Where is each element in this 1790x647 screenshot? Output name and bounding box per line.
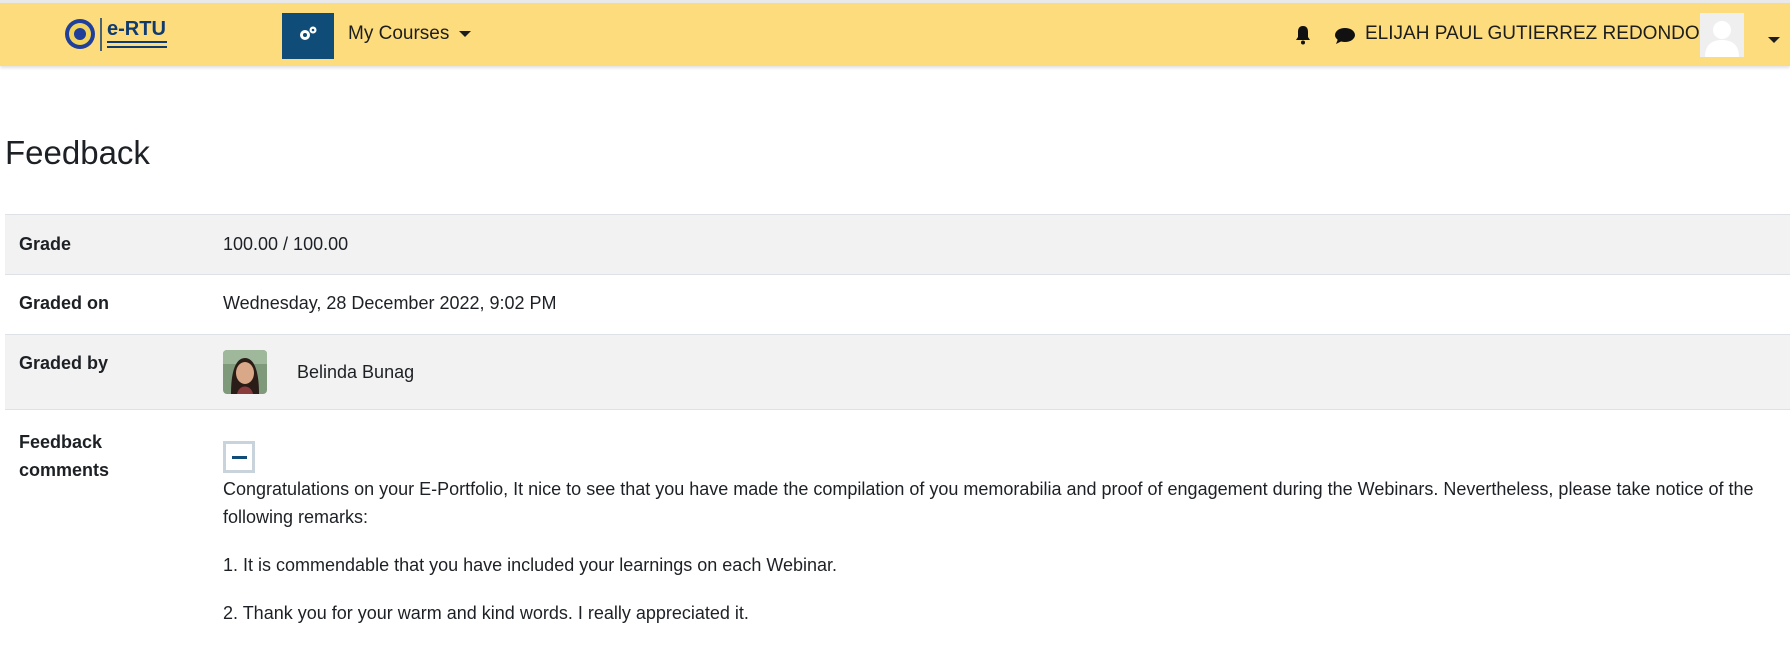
page-title: Feedback	[5, 134, 150, 171]
course-settings-button[interactable]	[282, 13, 334, 59]
collapse-comments-button[interactable]	[223, 441, 255, 473]
gears-icon	[298, 25, 318, 48]
feedback-paragraph: 2. Thank you for your warm and kind word…	[223, 603, 749, 623]
logo-text: e-RTU	[107, 18, 166, 40]
collapse-minus-icon	[232, 456, 247, 459]
user-name[interactable]: ELIJAH PAUL GUTIERREZ REDONDO	[1365, 23, 1700, 45]
feedback-comments-row: Feedback comments Congratulations on you…	[5, 409, 1790, 640]
grade-row: Grade 100.00 / 100.00	[5, 214, 1790, 274]
grade-value: 100.00 / 100.00	[223, 234, 349, 254]
site-logo[interactable]: e-RTU	[63, 15, 191, 57]
graded-by-row: Graded by Belinda Bunag	[5, 334, 1790, 409]
grader-name[interactable]: Belinda Bunag	[297, 362, 414, 383]
chat-icon[interactable]	[1334, 27, 1356, 50]
feedback-paragraph: 1. It is commendable that you have inclu…	[223, 555, 838, 575]
grade-label: Grade	[19, 234, 72, 254]
bell-icon[interactable]	[1294, 25, 1312, 50]
graded-on-row: Graded on Wednesday, 28 December 2022, 9…	[5, 274, 1790, 334]
chevron-down-icon	[459, 31, 472, 37]
graded-by-label: Graded by	[19, 353, 109, 373]
user-avatar-icon[interactable]	[1700, 13, 1744, 57]
navbar: e-RTU My Courses ELIJAH PAUL GUTIERREZ R…	[0, 3, 1790, 66]
grader-avatar[interactable]	[223, 350, 267, 394]
feedback-paragraph: Congratulations on your E-Portfolio, It …	[223, 479, 1754, 527]
my-courses-label: My Courses	[348, 23, 450, 44]
user-menu-chevron-icon[interactable]	[1768, 32, 1780, 50]
feedback-comments-label: Feedback comments	[19, 432, 110, 480]
feedback-comments-text: Congratulations on your E-Portfolio, It …	[223, 475, 1778, 647]
graded-on-value: Wednesday, 28 December 2022, 9:02 PM	[223, 293, 557, 313]
graded-on-label: Graded on	[19, 293, 110, 313]
my-courses-menu[interactable]: My Courses	[348, 23, 472, 45]
feedback-table: Grade 100.00 / 100.00 Graded on Wednesda…	[5, 214, 1790, 640]
